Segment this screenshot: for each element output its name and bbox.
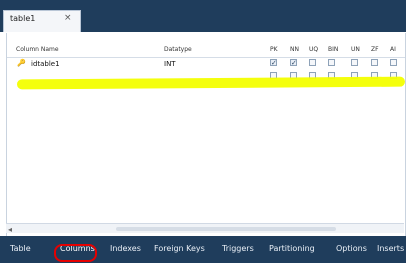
document-tab-table1[interactable]: table1 × [3, 10, 81, 32]
pk-checkbox[interactable]: ✓ [270, 59, 277, 67]
editor-top-bar: table1 × [0, 0, 406, 32]
tab-partitioning[interactable]: Partitioning [269, 244, 315, 253]
header-column-name: Column Name [16, 46, 59, 53]
datatype-cell[interactable]: INT [164, 60, 176, 68]
horizontal-scrollbar[interactable]: ◂ [6, 223, 404, 234]
tab-inserts[interactable]: Inserts [377, 244, 404, 253]
tab-table[interactable]: Table [10, 244, 31, 253]
bin-checkbox[interactable] [328, 59, 335, 66]
grid-header: Column Name Datatype PK NN UQ BIN UN ZF … [7, 45, 405, 57]
header-un: UN [351, 46, 360, 53]
tab-label: table1 [10, 14, 36, 23]
column-name-cell[interactable]: idtable1 [31, 60, 60, 68]
un-checkbox[interactable] [351, 59, 358, 66]
header-datatype: Datatype [164, 46, 192, 53]
tab-foreign-keys[interactable]: Foreign Keys [154, 244, 205, 253]
tab-indexes[interactable]: Indexes [110, 244, 141, 253]
tab-triggers[interactable]: Triggers [222, 244, 254, 253]
close-icon[interactable]: × [64, 13, 72, 23]
annotation-circle [54, 244, 97, 262]
key-icon: 🔑 [17, 59, 26, 67]
tab-options[interactable]: Options [336, 244, 367, 253]
header-ai: AI [390, 46, 396, 53]
header-pk: PK [270, 46, 278, 53]
yellow-highlighter-mark [16, 76, 406, 90]
header-zf: ZF [371, 46, 379, 53]
nn-checkbox[interactable]: ✓ [290, 59, 297, 67]
header-nn: NN [290, 46, 299, 53]
ai-checkbox[interactable] [390, 59, 397, 66]
header-uq: UQ [309, 46, 319, 53]
columns-grid: Column Name Datatype PK NN UQ BIN UN ZF … [6, 33, 406, 236]
scroll-left-icon[interactable]: ◂ [8, 225, 12, 234]
scrollbar-thumb[interactable] [116, 227, 336, 231]
header-bin: BIN [328, 46, 339, 53]
table-row[interactable]: 🔑 idtable1 INT ✓ ✓ [7, 58, 405, 70]
uq-checkbox[interactable] [309, 59, 316, 66]
zf-checkbox[interactable] [371, 59, 378, 66]
